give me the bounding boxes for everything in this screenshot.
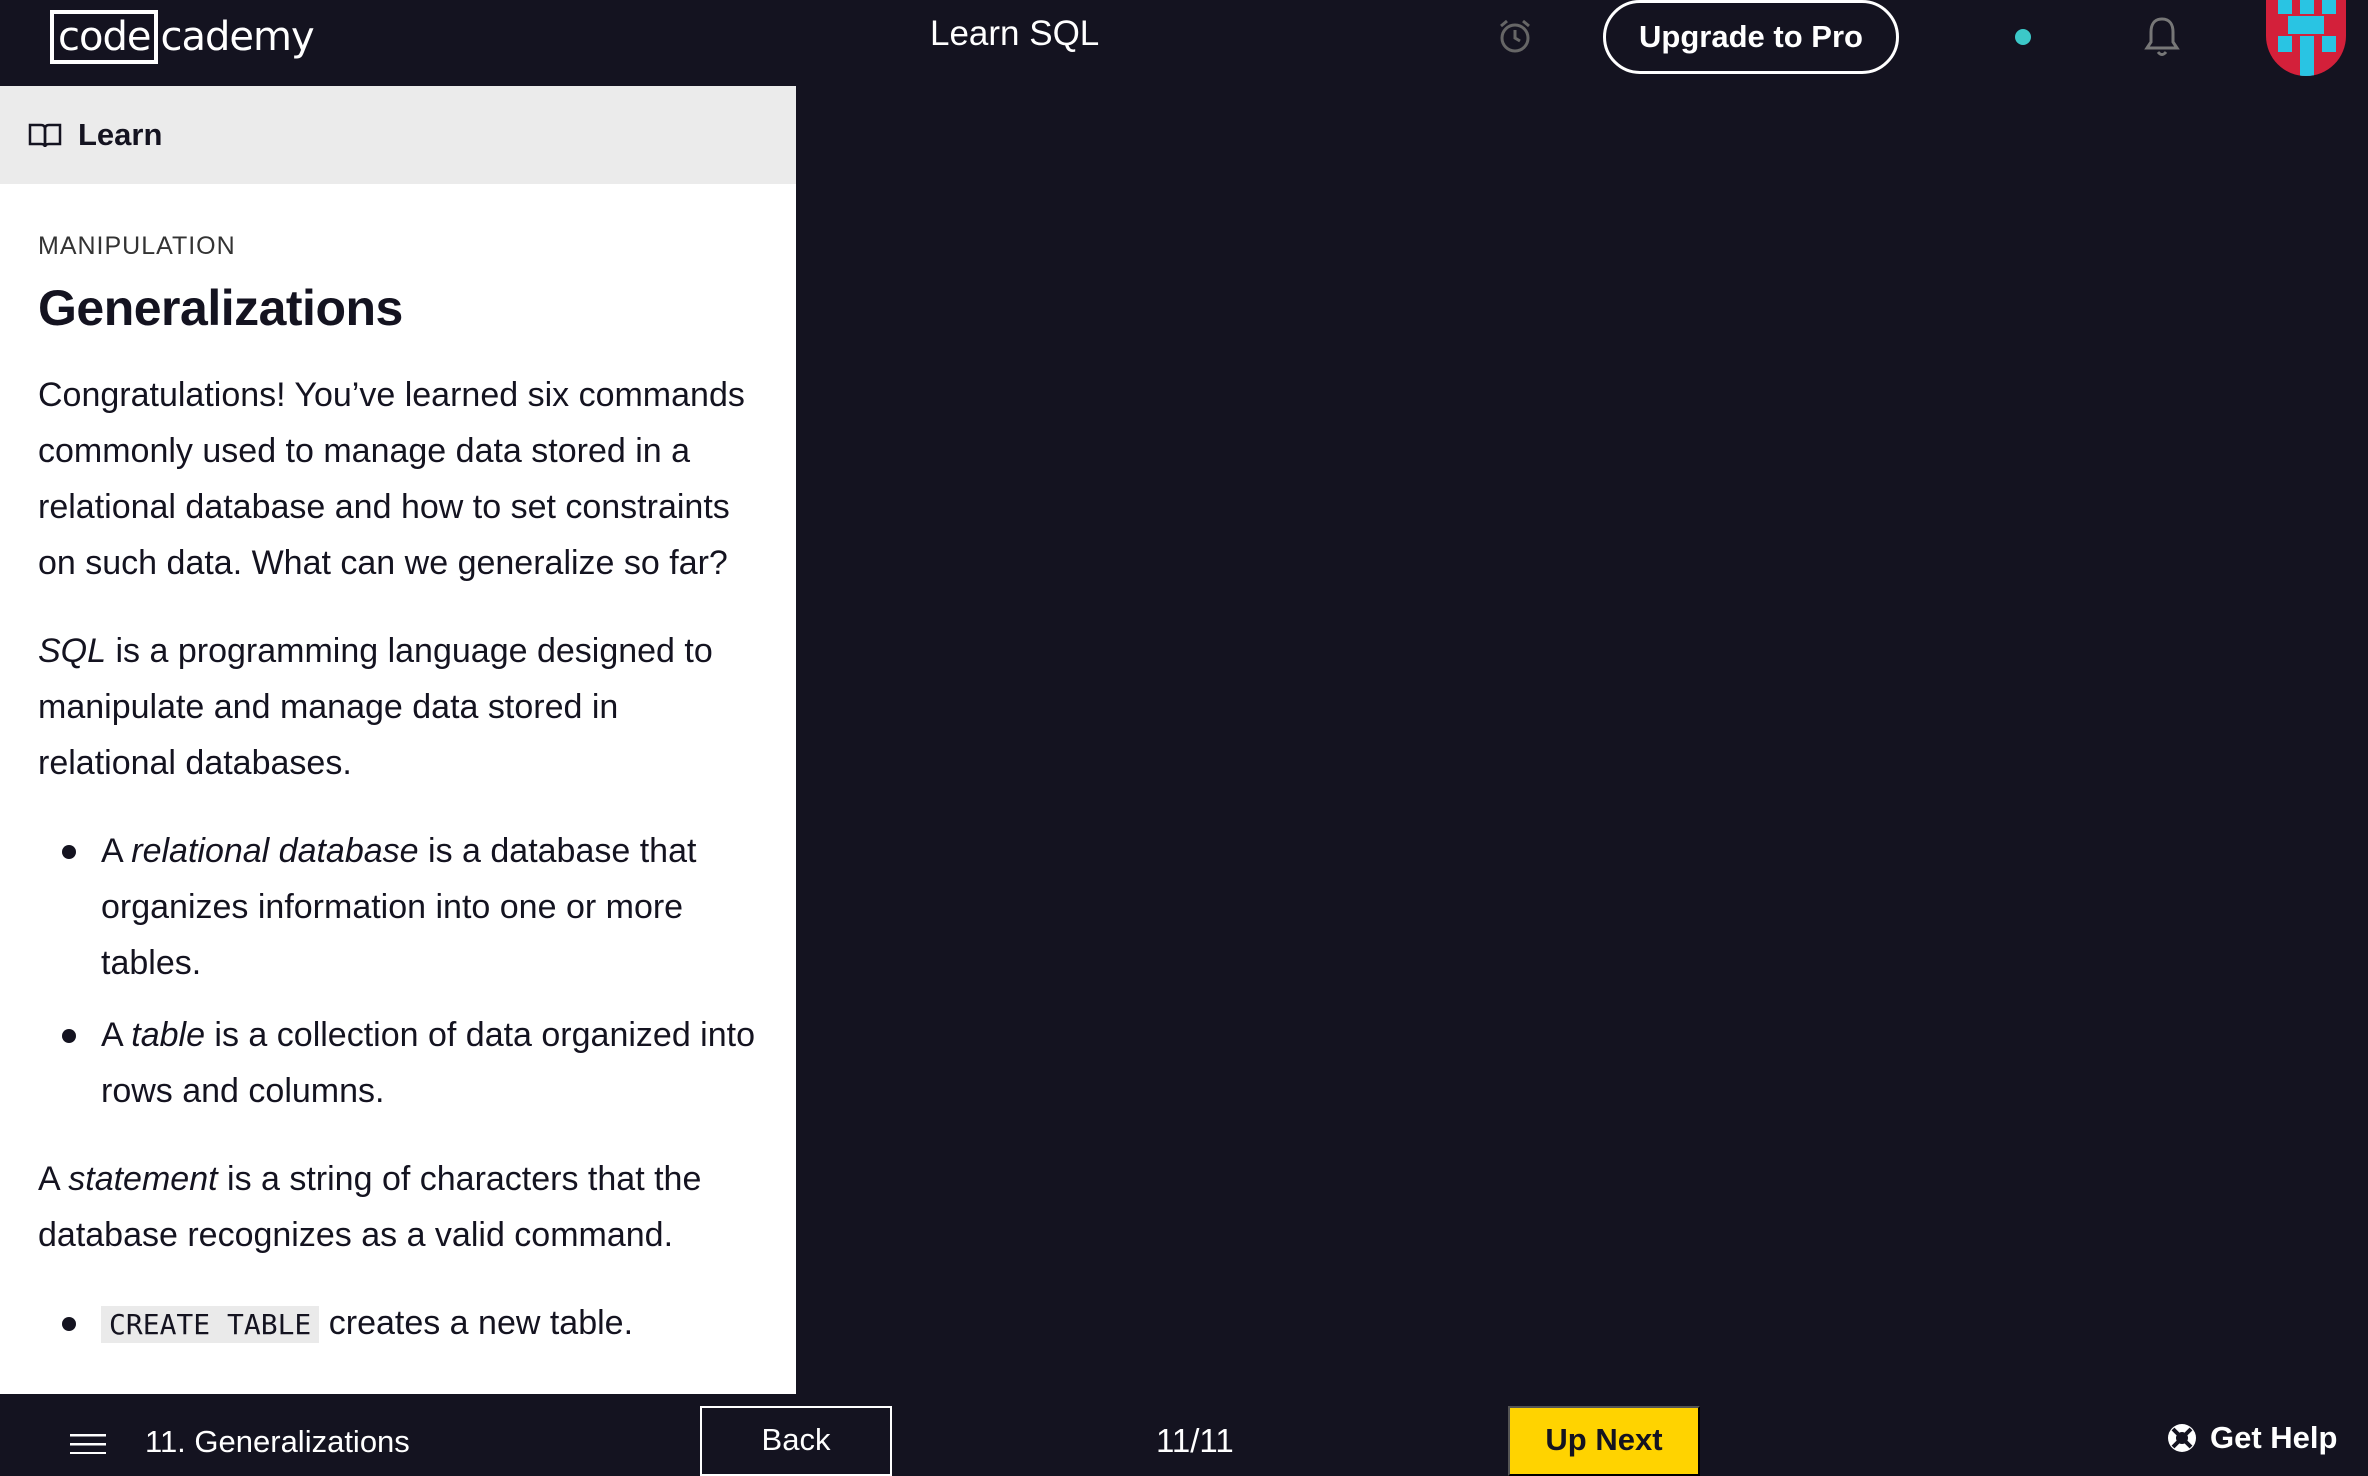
get-help-label: Get Help — [2210, 1420, 2338, 1455]
lesson-menu-label[interactable]: 11. Generalizations — [145, 1424, 410, 1460]
lesson-panel: Learn MANIPULATION Generalizations Congr… — [0, 86, 796, 1394]
section-label: MANIPULATION — [38, 232, 236, 260]
lesson-content: MANIPULATION Generalizations Congratulat… — [0, 184, 796, 1353]
bell-icon[interactable] — [2142, 15, 2182, 59]
list-item: A table is a collection of data organize… — [38, 1007, 758, 1119]
get-help-button[interactable]: Get Help — [2166, 1420, 2337, 1456]
text: creates a new table. — [319, 1304, 634, 1342]
emphasis-term: table — [131, 1016, 205, 1054]
lifebuoy-icon — [2168, 1424, 2196, 1452]
codecademy-logo[interactable]: code cademy — [50, 9, 315, 64]
back-button[interactable]: Back — [700, 1406, 892, 1476]
command-list: CREATE TABLE creates a new table. — [38, 1295, 758, 1353]
progress-count: 11/11 — [1156, 1422, 1234, 1459]
text: A — [38, 1160, 69, 1198]
paragraph-statement: A statement is a string of characters th… — [38, 1151, 758, 1263]
text: A — [101, 832, 132, 870]
top-navbar: code cademy Learn SQL Upgrade to Pro — [0, 0, 2368, 86]
learn-tab-label: Learn — [78, 117, 163, 152]
list-item: CREATE TABLE creates a new table. — [38, 1295, 758, 1353]
alarm-clock-icon[interactable] — [1496, 17, 1534, 55]
up-next-button[interactable]: Up Next — [1508, 1406, 1700, 1476]
emphasis-term: relational database — [131, 832, 419, 870]
user-avatar[interactable] — [2266, 0, 2346, 76]
list-item: A relational database is a database that… — [38, 823, 758, 991]
text: is a programming language designed to ma… — [38, 632, 713, 782]
text: A — [101, 1016, 132, 1054]
status-dot — [2015, 29, 2031, 45]
paragraph-intro: Congratulations! You’ve learned six comm… — [38, 376, 745, 582]
definition-list: A relational database is a database that… — [38, 823, 758, 1119]
logo-boxed-text: code — [50, 9, 159, 64]
inline-code: CREATE TABLE — [101, 1306, 320, 1343]
lesson-title: Generalizations — [38, 280, 403, 336]
learn-tab-header[interactable]: Learn — [0, 86, 796, 184]
course-title: Learn SQL — [930, 14, 1100, 53]
emphasis-sql: SQL — [38, 632, 107, 670]
upgrade-to-pro-button[interactable]: Upgrade to Pro — [1603, 0, 1899, 74]
bottom-navbar: 11. Generalizations Back 11/11 Up Next G… — [0, 1394, 2368, 1476]
paragraph-sql-definition: SQL is a programming language designed t… — [38, 623, 758, 791]
emphasis-term: statement — [68, 1160, 218, 1198]
book-icon — [28, 123, 62, 148]
hamburger-menu-icon[interactable] — [70, 1434, 106, 1454]
logo-text: cademy — [160, 13, 314, 60]
